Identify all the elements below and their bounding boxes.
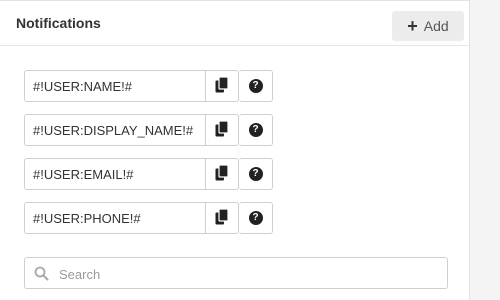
copy-icon bbox=[215, 163, 229, 184]
add-button-label: Add bbox=[423, 18, 449, 34]
question-circle-icon: ? bbox=[248, 79, 263, 93]
plus-icon: + bbox=[407, 16, 418, 36]
tag-row: ? bbox=[24, 158, 274, 190]
question-circle-icon: ? bbox=[248, 167, 263, 181]
help-button[interactable]: ? bbox=[239, 114, 273, 146]
help-button[interactable]: ? bbox=[239, 70, 273, 102]
add-button[interactable]: + Add bbox=[392, 11, 464, 41]
copy-button[interactable] bbox=[205, 158, 239, 190]
panel-title: Notifications bbox=[16, 15, 101, 31]
tag-row: ? bbox=[24, 114, 274, 146]
search-icon bbox=[34, 266, 49, 286]
notifications-panel: Notifications + Add ? ? bbox=[0, 0, 470, 300]
tag-row: ? bbox=[24, 70, 274, 102]
question-circle-icon: ? bbox=[248, 211, 263, 225]
tag-field[interactable] bbox=[24, 202, 206, 234]
search-box bbox=[24, 257, 448, 290]
tag-row: ? bbox=[24, 202, 274, 234]
help-button[interactable]: ? bbox=[239, 158, 273, 190]
tag-field[interactable] bbox=[24, 70, 206, 102]
copy-icon bbox=[215, 119, 229, 140]
copy-icon bbox=[215, 75, 229, 96]
search-input[interactable] bbox=[57, 258, 441, 290]
panel-header: Notifications + Add bbox=[0, 1, 470, 46]
copy-button[interactable] bbox=[205, 70, 239, 102]
help-button[interactable]: ? bbox=[239, 202, 273, 234]
copy-button[interactable] bbox=[205, 114, 239, 146]
copy-button[interactable] bbox=[205, 202, 239, 234]
question-circle-icon: ? bbox=[248, 123, 263, 137]
copy-icon bbox=[215, 207, 229, 228]
tag-field[interactable] bbox=[24, 114, 206, 146]
tag-field[interactable] bbox=[24, 158, 206, 190]
